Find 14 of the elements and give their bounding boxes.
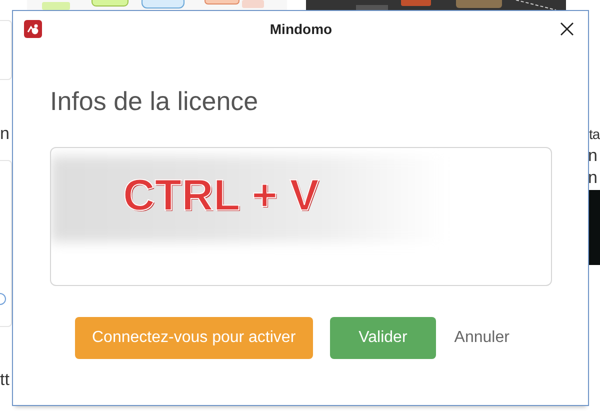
close-icon[interactable] bbox=[560, 22, 574, 36]
connect-button[interactable]: Connectez-vous pour activer bbox=[75, 317, 313, 359]
text-fragment: tt bbox=[0, 370, 10, 390]
text-fragment: n bbox=[588, 168, 598, 188]
dialog-heading: Infos de la licence bbox=[50, 85, 260, 117]
text-fragment: n bbox=[0, 124, 10, 144]
license-field[interactable]: CTRL + V bbox=[50, 147, 552, 286]
validate-button[interactable]: Valider bbox=[330, 317, 436, 359]
cancel-button[interactable]: Annuler bbox=[453, 317, 510, 359]
text-fragment: n bbox=[588, 146, 598, 166]
annotation-text: CTRL + V bbox=[123, 172, 320, 220]
text-fragment: ta bbox=[589, 125, 600, 144]
app-icon bbox=[24, 20, 42, 38]
window-title: Mindomo bbox=[268, 21, 334, 37]
